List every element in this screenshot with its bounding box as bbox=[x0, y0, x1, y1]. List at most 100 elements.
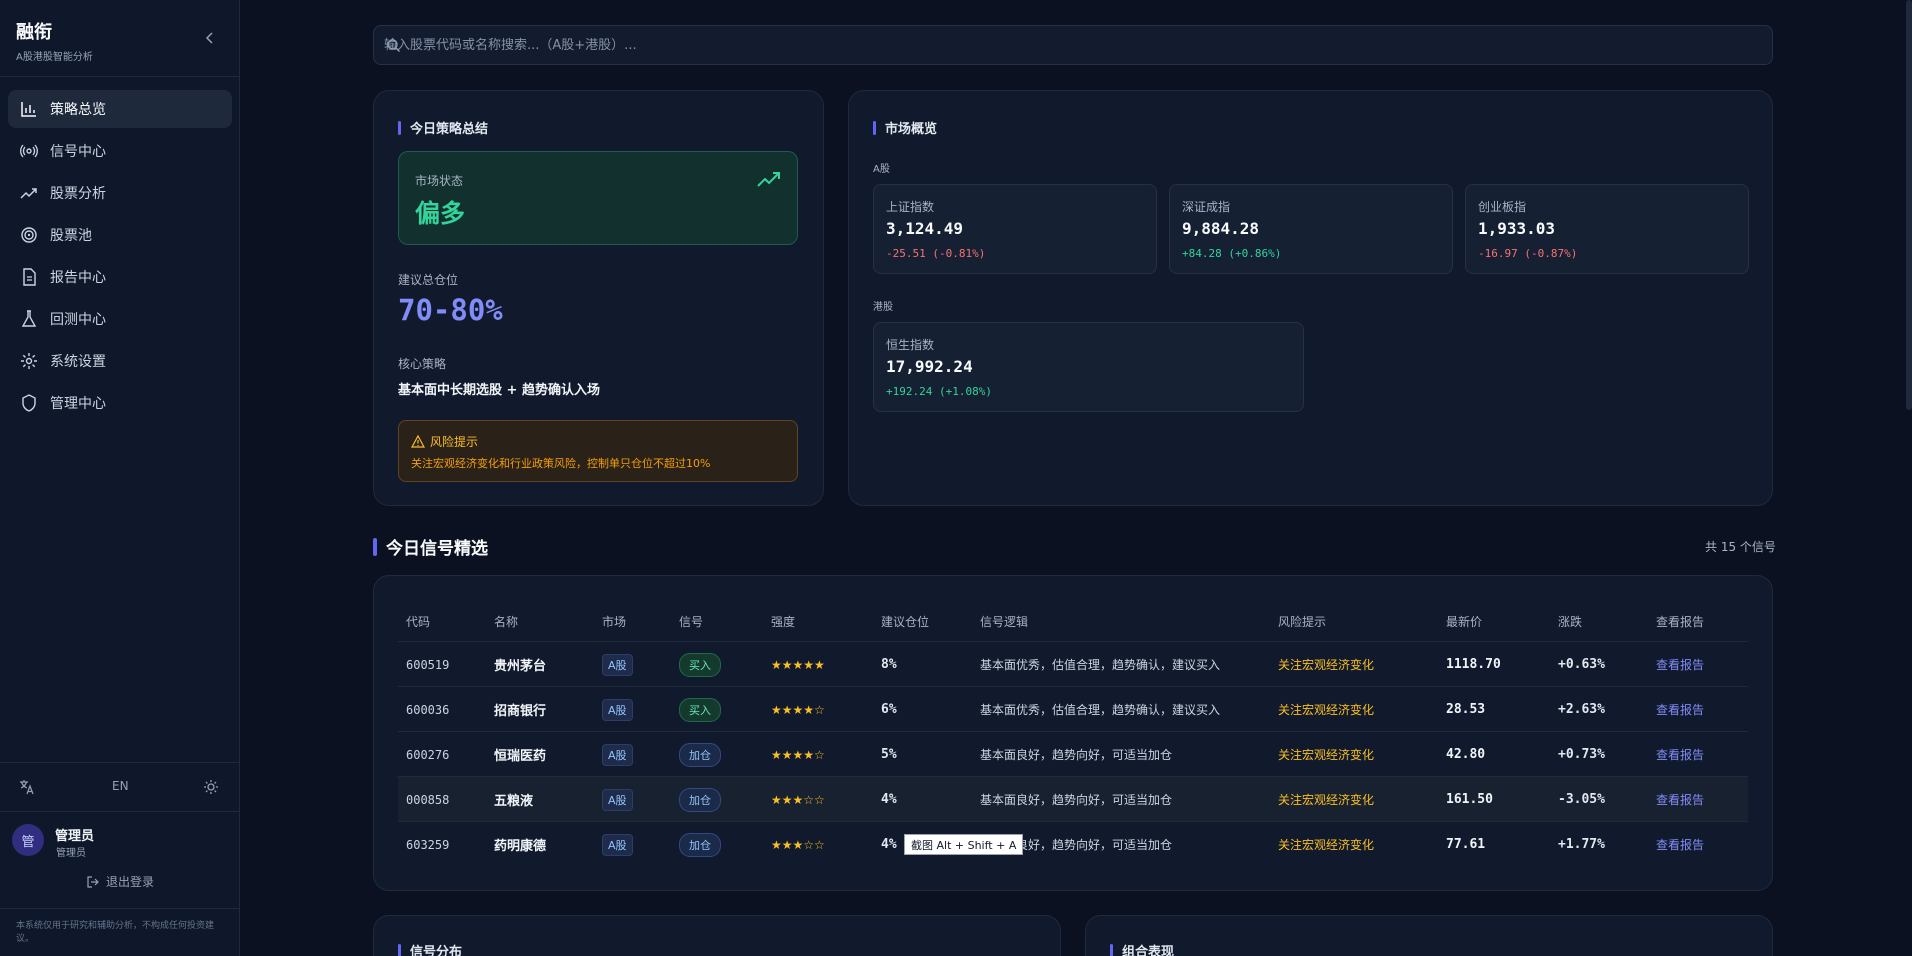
index-change: -25.51 (-0.81%) bbox=[886, 247, 986, 260]
index-name: 恒生指数 bbox=[886, 338, 935, 352]
position-label: 建议总仓位 bbox=[398, 273, 459, 287]
sidebar-item-admin-center[interactable]: 管理中心 bbox=[8, 384, 232, 422]
view-report-link[interactable]: 查看报告 bbox=[1656, 777, 1704, 822]
market-tag: A股 bbox=[602, 653, 633, 676]
a-share-label: A股 bbox=[873, 164, 890, 175]
price-change: +0.73% bbox=[1558, 747, 1605, 762]
index-value: 9,884.28 bbox=[1182, 219, 1260, 238]
sidebar: 融衔 A股港股智能分析 策略总览 信号中心 股票分析 股票池 报告中心 回测中心 bbox=[0, 0, 240, 956]
index-card-chinext[interactable]: 创业板指 1,933.03 -16.97 (-0.87%) bbox=[1465, 184, 1749, 274]
table-row[interactable]: 600276 恒瑞医药 A股 加仓 ★★★★☆ 5% 基本面良好，趋势向好，可适… bbox=[398, 731, 1748, 776]
heading-accent bbox=[373, 537, 377, 556]
sidebar-item-label: 股票分析 bbox=[50, 186, 106, 202]
market-tag: A股 bbox=[602, 833, 633, 856]
stock-name: 五粮液 bbox=[494, 794, 534, 809]
bar-chart-icon bbox=[21, 102, 36, 117]
table-row[interactable]: 600036 招商银行 A股 买入 ★★★★☆ 6% 基本面优秀，估值合理，趋势… bbox=[398, 686, 1748, 731]
radio-signal-icon bbox=[20, 144, 38, 158]
risk-title: 风险提示 bbox=[411, 433, 478, 450]
target-icon bbox=[21, 227, 37, 243]
risk-note: 关注宏观经济变化 bbox=[1278, 748, 1375, 762]
signals-title: 今日信号精选 bbox=[386, 539, 488, 559]
stock-name: 贵州茅台 bbox=[494, 659, 547, 674]
index-card-hang-seng[interactable]: 恒生指数 17,992.24 +192.24 (+1.08%) bbox=[873, 322, 1304, 412]
index-card-shenzhen[interactable]: 深证成指 9,884.28 +84.28 (+0.86%) bbox=[1169, 184, 1453, 274]
view-report-link[interactable]: 查看报告 bbox=[1656, 687, 1704, 732]
view-report-link[interactable]: 查看报告 bbox=[1656, 642, 1704, 687]
column-header: 最新价 bbox=[1446, 615, 1483, 629]
stock-code: 000858 bbox=[406, 792, 450, 807]
trending-up-icon bbox=[757, 172, 780, 187]
sun-icon[interactable] bbox=[202, 778, 220, 796]
stock-code: 600036 bbox=[406, 702, 450, 717]
column-header: 查看报告 bbox=[1656, 615, 1705, 629]
market-state-box: 市场状态 偏多 bbox=[398, 151, 798, 245]
portfolio-performance-card: 组合表现 bbox=[1085, 915, 1773, 956]
index-change: -16.97 (-0.87%) bbox=[1478, 247, 1578, 260]
sidebar-nav: 策略总览 信号中心 股票分析 股票池 报告中心 回测中心 系统设置 管理中心 bbox=[8, 90, 232, 426]
view-report-link[interactable]: 查看报告 bbox=[1656, 822, 1704, 867]
index-change: +84.28 (+0.86%) bbox=[1182, 247, 1282, 260]
sidebar-item-stock-analysis[interactable]: 股票分析 bbox=[8, 174, 232, 212]
shield-icon bbox=[22, 394, 36, 412]
index-card-shanghai[interactable]: 上证指数 3,124.49 -25.51 (-0.81%) bbox=[873, 184, 1157, 274]
sidebar-item-settings[interactable]: 系统设置 bbox=[8, 342, 232, 380]
stock-name: 招商银行 bbox=[494, 704, 547, 719]
risk-note: 关注宏观经济变化 bbox=[1278, 658, 1375, 672]
collapse-sidebar-button[interactable] bbox=[200, 28, 220, 48]
risk-alert: 风险提示 关注宏观经济变化和行业政策风险，控制单只仓位不超过10% bbox=[398, 420, 798, 482]
column-header: 代码 bbox=[406, 615, 431, 629]
market-state-value: 偏多 bbox=[415, 199, 466, 228]
table-row[interactable]: 603259 药明康德 A股 加仓 ★★★☆☆ 4% 基本面良好，趋势向好，可适… bbox=[398, 821, 1748, 866]
divider bbox=[0, 762, 240, 763]
brand-title: 融衔 bbox=[16, 22, 52, 43]
translate-icon[interactable] bbox=[18, 778, 36, 796]
strength-stars: ★★★★★ bbox=[771, 657, 825, 672]
table-row[interactable]: 000858 五粮液 A股 加仓 ★★★☆☆ 4% 基本面良好，趋势向好，可适当… bbox=[398, 776, 1748, 821]
index-name: 创业板指 bbox=[1478, 200, 1527, 214]
sidebar-item-label: 报告中心 bbox=[50, 270, 106, 286]
chevron-left-icon bbox=[205, 32, 213, 44]
price-change: +1.77% bbox=[1558, 837, 1605, 852]
sidebar-item-label: 股票池 bbox=[50, 228, 92, 244]
search-icon bbox=[387, 39, 400, 52]
hk-share-label: 港股 bbox=[873, 302, 893, 313]
divider bbox=[0, 76, 240, 77]
strength-stars: ★★★★☆ bbox=[771, 747, 825, 762]
signal-badge: 加仓 bbox=[679, 787, 721, 812]
sidebar-item-label: 策略总览 bbox=[50, 102, 106, 118]
market-tag: A股 bbox=[602, 698, 633, 721]
suggested-weight: 4% bbox=[881, 792, 897, 807]
signals-table: 代码 名称 市场 信号 强度 建议仓位 信号逻辑 风险提示 最新价 涨跌 查看报… bbox=[373, 575, 1773, 891]
logout-icon bbox=[87, 875, 99, 888]
index-name: 深证成指 bbox=[1182, 200, 1231, 214]
sidebar-item-report-center[interactable]: 报告中心 bbox=[8, 258, 232, 296]
column-header: 信号 bbox=[679, 615, 704, 629]
index-name: 上证指数 bbox=[886, 200, 935, 214]
risk-note: 关注宏观经济变化 bbox=[1278, 793, 1375, 807]
signal-count: 共 15 个信号 bbox=[1705, 540, 1776, 554]
strength-stars: ★★★★☆ bbox=[771, 702, 825, 717]
column-header: 风险提示 bbox=[1278, 615, 1327, 629]
disclaimer-text: 本系统仅用于研究和辅助分析，不构成任何投资建议。 bbox=[16, 921, 215, 944]
suggested-weight: 5% bbox=[881, 747, 897, 762]
table-row[interactable]: 600519 贵州茅台 A股 买入 ★★★★★ 8% 基本面优秀，估值合理，趋势… bbox=[398, 641, 1748, 686]
scrollbar-thumb[interactable] bbox=[1906, 0, 1912, 410]
divider bbox=[0, 811, 240, 812]
search-input[interactable] bbox=[384, 26, 1764, 64]
latest-price: 1118.70 bbox=[1446, 657, 1501, 672]
flask-icon bbox=[21, 310, 37, 327]
sidebar-item-signal-center[interactable]: 信号中心 bbox=[8, 132, 232, 170]
sidebar-item-strategy-overview[interactable]: 策略总览 bbox=[8, 90, 232, 128]
sidebar-item-backtest-center[interactable]: 回测中心 bbox=[8, 300, 232, 338]
logout-button[interactable]: 退出登录 bbox=[86, 873, 154, 890]
language-toggle[interactable]: EN bbox=[112, 779, 129, 793]
signal-logic: 基本面优秀，估值合理，趋势确认，建议买入 bbox=[980, 658, 1221, 672]
column-header: 信号逻辑 bbox=[980, 615, 1029, 629]
stock-code: 603259 bbox=[406, 837, 450, 852]
sidebar-item-stock-pool[interactable]: 股票池 bbox=[8, 216, 232, 254]
card-title: 市场概览 bbox=[873, 118, 937, 137]
signal-badge: 加仓 bbox=[679, 832, 721, 857]
view-report-link[interactable]: 查看报告 bbox=[1656, 732, 1704, 777]
signal-badge: 买入 bbox=[679, 697, 721, 722]
